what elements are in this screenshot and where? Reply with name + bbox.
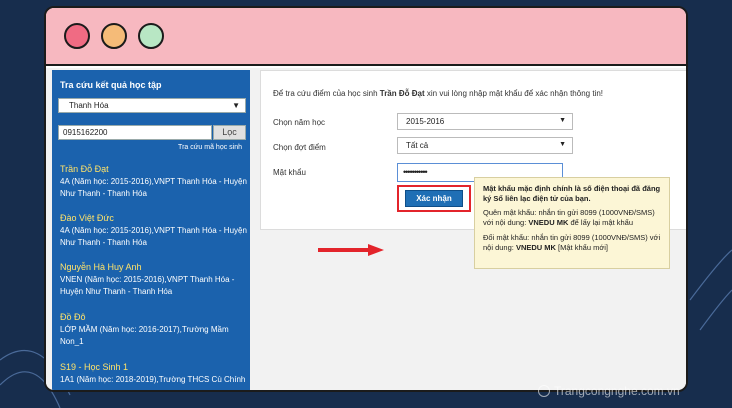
term-label: Chọn đợt điểm xyxy=(273,143,326,152)
confirm-button[interactable]: Xác nhận xyxy=(405,190,463,207)
intro-text: Để tra cứu điểm của học sinh Trần Đỗ Đạt… xyxy=(273,89,603,98)
filter-button[interactable]: Lọc xyxy=(213,125,246,140)
tooltip-forgot-password-text: Quên mật khẩu: nhắn tin gửi 8099 (1000VN… xyxy=(483,208,661,228)
school-year-select[interactable]: 2015-2016 ▼ xyxy=(397,113,573,130)
province-value: Thanh Hóa xyxy=(69,101,109,110)
student-name: S19 - Học Sinh 1 xyxy=(60,362,129,372)
tooltip-forgot-post: để lấy lại mật khẩu xyxy=(568,218,634,227)
student-detail: Như Thanh - Thanh Hóa xyxy=(60,189,147,198)
student-item[interactable]: S19 - Học Sinh 1 1A1 (Năm học: 2018-2019… xyxy=(60,362,248,386)
province-select[interactable]: Thanh Hóa ▼ xyxy=(58,98,246,113)
minimize-window-dot[interactable] xyxy=(101,23,127,49)
school-year-value: 2015-2016 xyxy=(406,117,445,126)
watermark-text: Trangcongnghe.com.vn xyxy=(554,384,680,398)
student-item[interactable]: Đào Việt Đức 4A (Năm học: 2015-2016),VNP… xyxy=(60,213,248,249)
tooltip-change-cmd: VNEDU MK xyxy=(515,243,556,252)
school-year-label: Chọn năm học xyxy=(273,118,326,127)
student-detail: Huyện Như Thanh - Thanh Hóa xyxy=(60,287,173,296)
intro-prefix: Để tra cứu điểm của học sinh xyxy=(273,89,380,98)
student-detail: 4A (Năm học: 2015-2016),VNPT Thanh Hóa -… xyxy=(60,226,247,235)
student-item[interactable]: Đồ Đô LỚP MẦM (Năm học: 2016-2017),Trườn… xyxy=(60,312,248,348)
tooltip-change-password-text: Đổi mật khẩu: nhắn tin gửi 8099 (1000VNĐ… xyxy=(483,233,661,253)
password-label: Mật khẩu xyxy=(273,168,306,177)
student-detail: 1A1 (Năm học: 2018-2019),Trường THCS Cù … xyxy=(60,375,246,384)
close-window-dot[interactable] xyxy=(64,23,90,49)
student-name: Đào Việt Đức xyxy=(60,213,114,223)
window-titlebar xyxy=(46,8,686,66)
red-arrow-icon xyxy=(318,244,384,256)
tooltip-change-post: [Mật khẩu mới] xyxy=(555,243,608,252)
sidebar-title: Tra cứu kết quả học tập xyxy=(60,80,162,90)
chevron-down-icon: ▼ xyxy=(559,141,566,148)
confirm-highlight-box: Xác nhận xyxy=(397,185,471,212)
watermark: Trangcongnghe.com.vn xyxy=(538,384,680,398)
student-detail: 4A (Năm học: 2015-2016),VNPT Thanh Hóa -… xyxy=(60,177,247,186)
student-detail: Non_1 xyxy=(60,337,84,346)
student-detail: LỚP MẦM (Năm học: 2016-2017),Trường Mầm xyxy=(60,325,229,334)
intro-suffix: xin vui lòng nhập mật khẩu để xác nhận t… xyxy=(424,89,603,98)
page-content: Tra cứu kết quả học tập Thanh Hóa ▼ 0915… xyxy=(46,68,686,390)
tooltip-default-password-text: Mật khẩu mặc định chính là số điện thoại… xyxy=(483,184,661,203)
phone-input[interactable]: 0915162200 xyxy=(58,125,212,140)
intro-student-name: Trần Đỗ Đạt xyxy=(379,89,425,98)
student-name: Đồ Đô xyxy=(60,312,86,322)
chevron-down-icon: ▼ xyxy=(232,101,240,110)
student-detail: Như Thanh - Thanh Hóa xyxy=(60,238,147,247)
tooltip-forgot-cmd: VNEDU MK xyxy=(528,218,569,227)
student-item[interactable]: Trần Đỗ Đạt 4A (Năm học: 2015-2016),VNPT… xyxy=(60,164,248,200)
student-name: Trần Đỗ Đạt xyxy=(60,164,109,174)
maximize-window-dot[interactable] xyxy=(138,23,164,49)
chevron-down-icon: ▼ xyxy=(559,117,566,124)
copyright-icon xyxy=(538,385,550,397)
browser-window: Tra cứu kết quả học tập Thanh Hóa ▼ 0915… xyxy=(44,6,688,392)
student-code-lookup-link[interactable]: Tra cứu mã học sinh xyxy=(178,144,242,151)
student-detail: VNEN (Năm học: 2015-2016),VNPT Thanh Hóa… xyxy=(60,275,235,284)
term-select[interactable]: Tất cả ▼ xyxy=(397,137,573,154)
student-item[interactable]: Nguyễn Hà Huy Anh VNEN (Năm học: 2015-20… xyxy=(60,262,248,298)
term-value: Tất cả xyxy=(406,141,429,150)
student-name: Nguyễn Hà Huy Anh xyxy=(60,262,142,272)
password-help-tooltip: Mật khẩu mặc định chính là số điện thoại… xyxy=(474,177,670,269)
sidebar: Tra cứu kết quả học tập Thanh Hóa ▼ 0915… xyxy=(52,70,250,390)
